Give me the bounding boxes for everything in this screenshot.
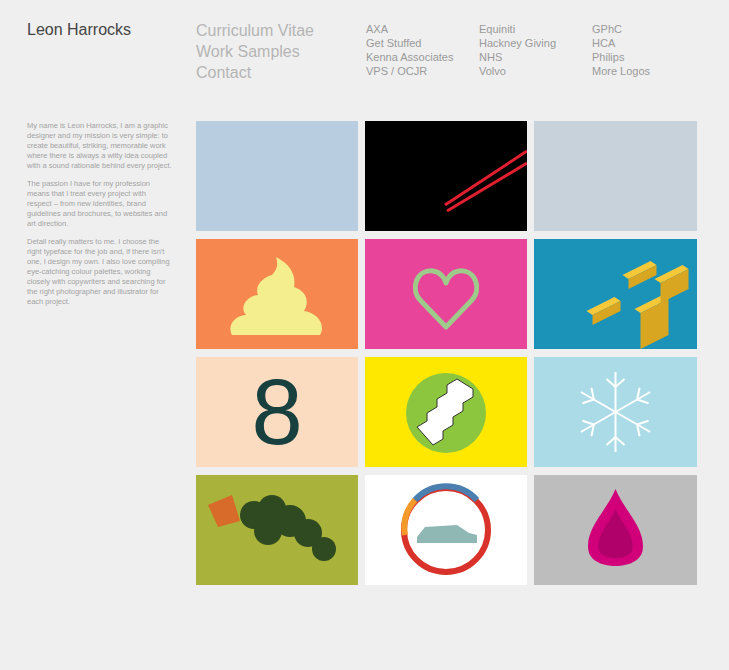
client-link[interactable]: Hackney Giving bbox=[479, 36, 592, 50]
main: My name is Leon Harrocks, I am a graphic… bbox=[0, 121, 729, 585]
tile-numeral: 8 bbox=[251, 362, 302, 462]
work-tile[interactable] bbox=[365, 357, 527, 467]
stairs-icon bbox=[365, 357, 527, 467]
work-tile[interactable] bbox=[534, 239, 697, 349]
header: Leon HarrocksCurriculum VitaeWork Sample… bbox=[0, 0, 729, 121]
main-nav: Curriculum VitaeWork SamplesContact bbox=[196, 20, 366, 121]
client-column: GPhCHCAPhilipsMore Logos bbox=[592, 20, 705, 121]
nav-link[interactable]: Curriculum Vitae bbox=[196, 20, 366, 41]
client-column: AXAGet StuffedKenna AssociatesVPS / OCJR bbox=[366, 20, 479, 121]
swirl-icon bbox=[196, 239, 358, 349]
intro: My name is Leon Harrocks, I am a graphic… bbox=[0, 121, 196, 585]
chopsticks-icon bbox=[365, 121, 527, 231]
work-tile[interactable] bbox=[196, 121, 358, 231]
drop-icon bbox=[534, 475, 697, 585]
client-link[interactable]: Volvo bbox=[479, 64, 592, 78]
client-link[interactable]: Philips bbox=[592, 50, 705, 64]
work-tile[interactable]: 8 bbox=[196, 357, 358, 467]
work-tile[interactable] bbox=[534, 475, 697, 585]
heart-icon bbox=[365, 239, 527, 349]
work-tile[interactable] bbox=[365, 121, 527, 231]
snowflake-icon bbox=[534, 357, 697, 467]
work-tile[interactable] bbox=[365, 475, 527, 585]
client-column: EquinitiHackney GivingNHSVolvo bbox=[479, 20, 592, 121]
nav-link[interactable]: Contact bbox=[196, 62, 366, 83]
intro-paragraph: Detail really matters to me. I choose th… bbox=[27, 237, 172, 307]
nav-link[interactable]: Work Samples bbox=[196, 41, 366, 62]
work-tile[interactable] bbox=[365, 239, 527, 349]
blocks-icon bbox=[534, 239, 697, 349]
work-tile[interactable] bbox=[196, 239, 358, 349]
client-link[interactable]: Kenna Associates bbox=[366, 50, 479, 64]
work-tile[interactable] bbox=[534, 357, 697, 467]
page: Leon HarrocksCurriculum VitaeWork Sample… bbox=[0, 0, 729, 670]
client-link[interactable]: VPS / OCJR bbox=[366, 64, 479, 78]
photo-placeholder-icon bbox=[534, 121, 697, 231]
photo-placeholder-icon bbox=[196, 121, 358, 231]
plant-icon bbox=[196, 475, 358, 585]
work-grid: 8 bbox=[196, 121, 697, 585]
work-tile[interactable] bbox=[534, 121, 697, 231]
site-title[interactable]: Leon Harrocks bbox=[27, 20, 196, 40]
car-ring-icon bbox=[365, 475, 527, 585]
client-link[interactable]: GPhC bbox=[592, 22, 705, 36]
client-link[interactable]: HCA bbox=[592, 36, 705, 50]
client-link[interactable]: More Logos bbox=[592, 64, 705, 78]
client-link[interactable]: Get Stuffed bbox=[366, 36, 479, 50]
client-link[interactable]: Equiniti bbox=[479, 22, 592, 36]
work-tile[interactable] bbox=[196, 475, 358, 585]
client-link[interactable]: NHS bbox=[479, 50, 592, 64]
intro-paragraph: My name is Leon Harrocks, I am a graphic… bbox=[27, 121, 172, 171]
client-link[interactable]: AXA bbox=[366, 22, 479, 36]
intro-paragraph: The passion I have for my profession mea… bbox=[27, 179, 172, 229]
